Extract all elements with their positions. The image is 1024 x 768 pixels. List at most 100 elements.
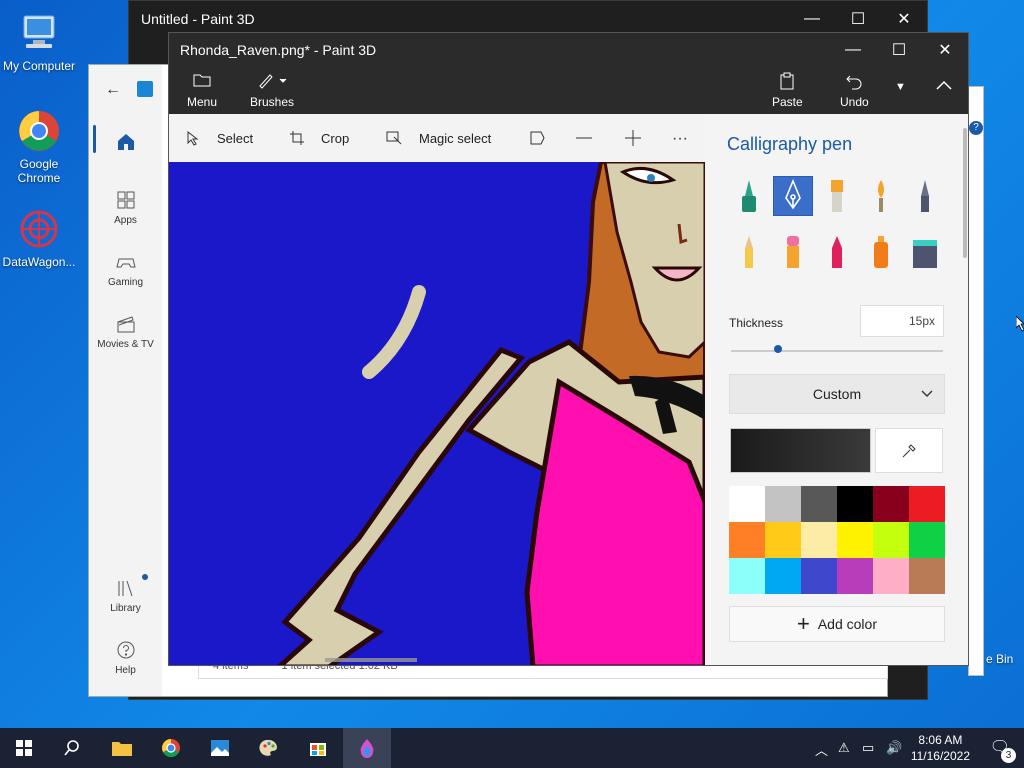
color-swatch[interactable]	[765, 486, 801, 522]
taskbar-paint3d[interactable]	[343, 728, 391, 768]
show-hidden-icons[interactable]: ︿	[815, 740, 828, 759]
current-color-swatch[interactable]	[730, 428, 871, 473]
color-swatch[interactable]	[837, 486, 873, 522]
color-swatch[interactable]	[873, 522, 909, 558]
dropdown-value: Custom	[812, 386, 862, 402]
brushes-button[interactable]: Brushes	[250, 71, 294, 109]
taskbar-chrome[interactable]	[147, 728, 195, 768]
computer-icon	[16, 10, 62, 56]
store-nav-gaming[interactable]: Gaming	[89, 251, 162, 288]
panel-scrollbar[interactable]	[963, 128, 967, 258]
color-swatch[interactable]	[729, 486, 765, 522]
help-icon[interactable]: ?	[969, 121, 983, 135]
crop-tool[interactable]: Crop	[289, 130, 349, 146]
undo-button[interactable]: Undo	[840, 71, 869, 109]
color-mode-dropdown[interactable]: Custom	[729, 374, 945, 414]
taskbar-photos[interactable]	[196, 728, 244, 768]
select-tool[interactable]: Select	[185, 130, 253, 146]
add-color-button[interactable]: + Add color	[729, 606, 945, 642]
eraser-icon[interactable]	[773, 232, 813, 272]
store-nav-library[interactable]: Library	[89, 577, 162, 614]
color-swatch[interactable]	[873, 486, 909, 522]
magic-select-tool[interactable]: Magic select	[385, 130, 491, 146]
volume-tray-icon[interactable]: 🔊	[886, 740, 902, 756]
thickness-slider-thumb[interactable]	[773, 345, 782, 353]
store-nav-help[interactable]: Help	[89, 639, 162, 676]
menu-label: Menu	[187, 95, 218, 109]
network-tray-icon[interactable]: ▭	[862, 740, 874, 756]
color-swatch[interactable]	[765, 522, 801, 558]
store-nav-label: Library	[110, 603, 141, 614]
taskbar-file-explorer[interactable]	[98, 728, 146, 768]
color-swatch[interactable]	[873, 558, 909, 594]
flag-icon[interactable]	[529, 130, 547, 146]
select-label: Select	[217, 130, 254, 146]
spray-can-icon[interactable]	[861, 232, 901, 272]
collapse-ribbon-icon[interactable]	[935, 77, 953, 96]
maximize-icon[interactable]: ☐	[876, 33, 922, 67]
color-swatch[interactable]	[909, 558, 945, 594]
color-swatch[interactable]	[801, 522, 837, 558]
desktop-icon-datawagon[interactable]: DataWagon...	[0, 206, 78, 269]
pixel-pen-icon[interactable]	[905, 176, 945, 216]
oil-brush-icon[interactable]	[817, 176, 857, 216]
brush-icon	[254, 71, 290, 91]
zoom-in-icon[interactable]	[624, 130, 642, 146]
taskbar-paint[interactable]	[245, 728, 293, 768]
zoom-out-icon[interactable]	[575, 130, 593, 146]
calligraphy-pen-icon[interactable]	[773, 176, 813, 216]
drawing-canvas[interactable]	[169, 162, 705, 665]
thickness-input[interactable]: 15px	[860, 305, 944, 337]
store-sidebar: ← Apps Gaming Movies & TV Library Help	[89, 65, 162, 696]
paint3d-window[interactable]: Rhonda_Raven.png* - Paint 3D — ☐ ✕ Menu …	[168, 32, 969, 666]
color-swatch[interactable]	[729, 558, 765, 594]
color-swatch[interactable]	[801, 486, 837, 522]
start-button[interactable]	[0, 728, 48, 768]
taskbar-store[interactable]	[294, 728, 342, 768]
add-color-label: Add color	[817, 616, 877, 632]
minimize-icon[interactable]: —	[830, 33, 876, 67]
library-icon	[115, 577, 137, 599]
system-clock[interactable]: 8:06 AM 11/16/2022	[911, 732, 970, 764]
color-swatch[interactable]	[909, 486, 945, 522]
color-swatch[interactable]	[837, 522, 873, 558]
color-swatch[interactable]	[801, 558, 837, 594]
crayon-icon[interactable]	[817, 232, 857, 272]
mouse-cursor-icon	[1015, 315, 1024, 337]
paste-label: Paste	[772, 95, 803, 109]
store-nav-label: Apps	[114, 215, 137, 226]
undo-icon	[843, 71, 865, 91]
paste-button[interactable]: Paste	[772, 71, 803, 109]
menu-button[interactable]: Menu	[187, 71, 217, 109]
clock-time: 8:06 AM	[918, 733, 963, 747]
folder-icon	[191, 71, 213, 91]
color-swatch[interactable]	[729, 522, 765, 558]
undo-dropdown-icon[interactable]: ▼	[895, 81, 906, 93]
close-icon[interactable]: ✕	[922, 33, 968, 67]
plus-icon: +	[796, 611, 810, 636]
search-button[interactable]	[48, 728, 96, 768]
fill-bucket-icon[interactable]	[905, 232, 945, 272]
thickness-label: Thickness	[729, 316, 784, 330]
desktop-icon-my-computer[interactable]: My Computer	[0, 10, 78, 73]
color-swatch[interactable]	[909, 522, 945, 558]
store-nav-home[interactable]	[89, 131, 162, 157]
thickness-slider-track[interactable]	[731, 350, 943, 352]
more-options-icon[interactable]: ···	[672, 130, 688, 148]
gamepad-icon	[115, 251, 137, 273]
marker-brush-icon[interactable]	[729, 176, 769, 216]
store-nav-movies[interactable]: Movies & TV	[89, 313, 162, 350]
security-tray-icon[interactable]: ⚠	[838, 740, 850, 756]
back-arrow-icon[interactable]: ←	[105, 81, 121, 99]
watercolor-brush-icon[interactable]	[861, 176, 901, 216]
datawagon-icon	[16, 206, 62, 252]
color-swatch[interactable]	[765, 558, 801, 594]
crop-icon	[290, 131, 304, 145]
color-palette	[729, 486, 945, 594]
desktop-icon-google-chrome[interactable]: Google Chrome	[0, 108, 78, 185]
recycle-bin-label[interactable]: e Bin	[986, 652, 1013, 666]
color-swatch[interactable]	[837, 558, 873, 594]
eyedropper-button[interactable]	[875, 428, 943, 473]
store-nav-apps[interactable]: Apps	[89, 189, 162, 226]
pencil-icon[interactable]	[729, 232, 769, 272]
